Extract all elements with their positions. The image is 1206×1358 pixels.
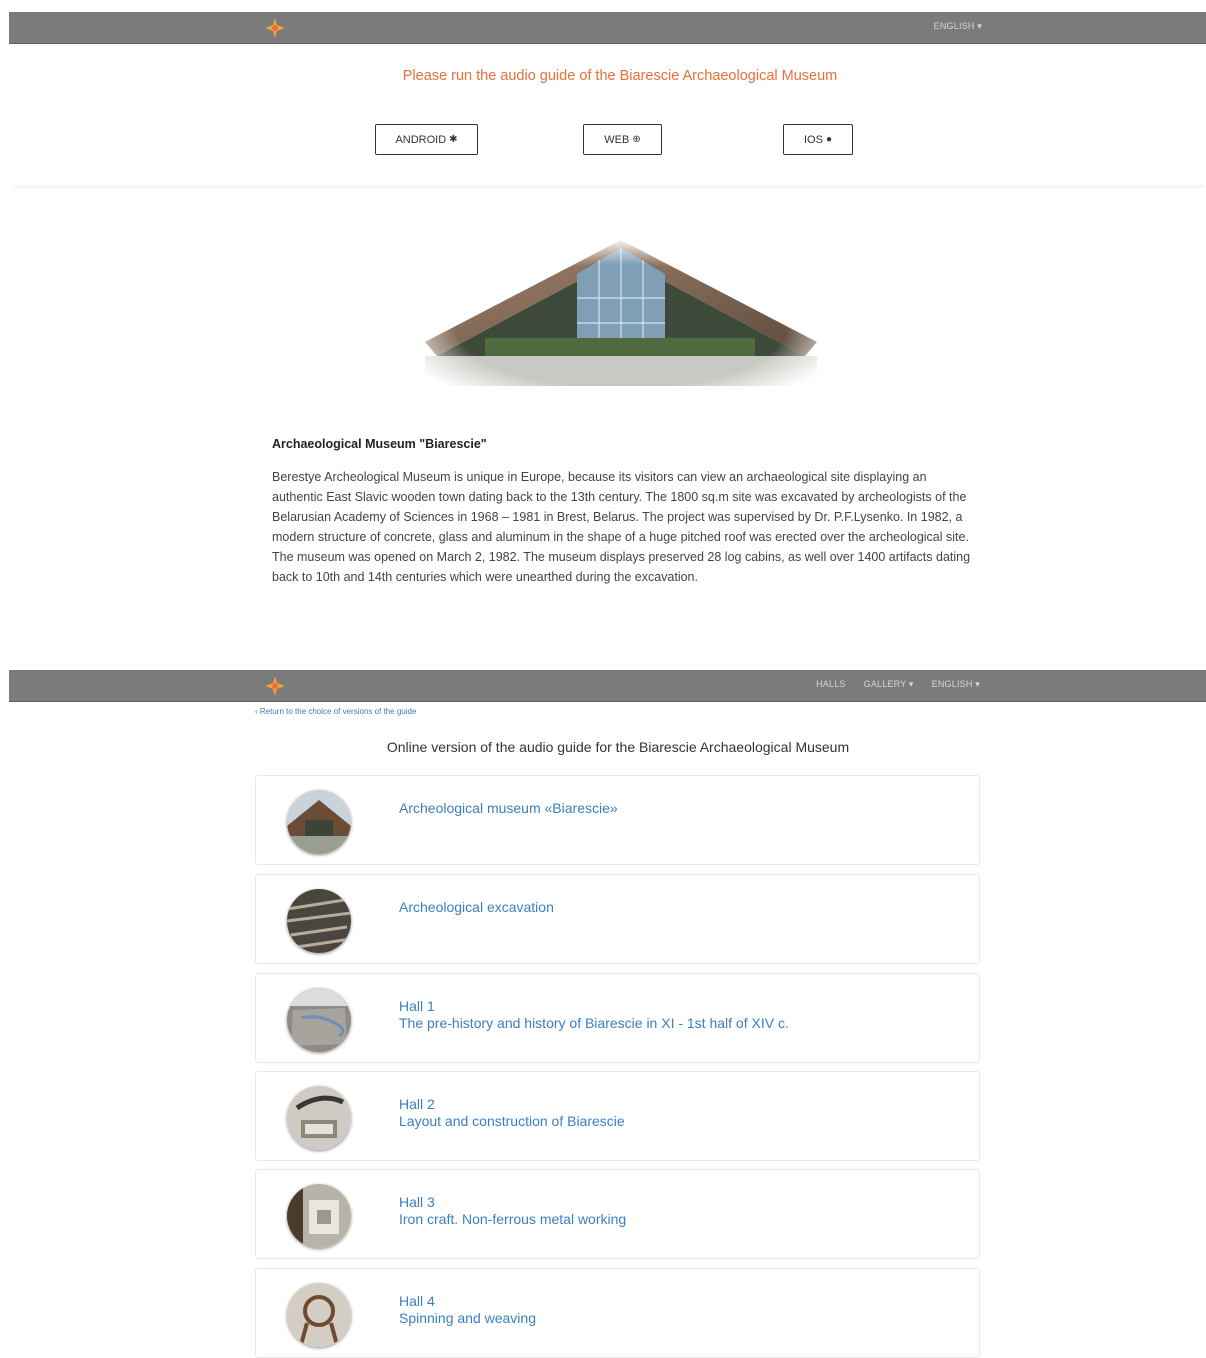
hall-4-thumbnail xyxy=(287,1283,351,1347)
museum-building-image xyxy=(425,238,817,386)
hall-label: Hall 1 xyxy=(399,998,435,1014)
top-nav-links: ENGLISH ▾ xyxy=(934,21,982,32)
guide-item-museum[interactable]: Archeological museum «Biarescie» xyxy=(255,775,980,865)
hall-description: Iron craft. Non-ferrous metal working xyxy=(399,1211,627,1227)
online-guide-title: Online version of the audio guide for th… xyxy=(386,739,850,755)
about-text: Berestye Archeological Museum is unique … xyxy=(272,470,971,584)
hall-label: Hall 4 xyxy=(399,1293,435,1309)
guide-item-title: Archeological excavation xyxy=(399,899,554,915)
language-dropdown[interactable]: ENGLISH ▾ xyxy=(934,21,982,32)
guide-item-title: Archeological museum «Biarescie» xyxy=(399,800,618,816)
hall-label: Hall 3 xyxy=(399,1194,435,1210)
web-label: WEB xyxy=(604,133,630,146)
android-label: ANDROID xyxy=(395,133,447,146)
guide-item-hall-3[interactable]: Hall 3 Iron craft. Non-ferrous metal wor… xyxy=(255,1169,980,1259)
hall-1-thumbnail xyxy=(287,988,351,1052)
guide-item-hall-2[interactable]: Hall 2 Layout and construction of Biares… xyxy=(255,1071,980,1161)
about-title: Archaeological Museum "Biarescie" xyxy=(272,437,487,451)
hall-label: Hall 2 xyxy=(399,1096,435,1112)
logo-icon[interactable] xyxy=(264,17,286,39)
nav-halls[interactable]: HALLS xyxy=(816,679,846,690)
hall-description: Layout and construction of Biarescie xyxy=(399,1113,625,1129)
web-button[interactable]: WEB ⊕ xyxy=(583,124,662,155)
language-dropdown[interactable]: ENGLISH ▾ xyxy=(932,679,980,690)
guide-navbar: HALLS GALLERY ▾ ENGLISH ▾ xyxy=(9,670,1206,702)
guide-item-hall-4[interactable]: Hall 4 Spinning and weaving xyxy=(255,1268,980,1358)
logo-icon[interactable] xyxy=(264,675,286,697)
android-button[interactable]: ANDROID ✱ xyxy=(375,124,478,155)
hall-description: The pre-history and history of Biarescie… xyxy=(399,1015,789,1031)
nav-gallery-dropdown[interactable]: GALLERY ▾ xyxy=(864,679,914,690)
guide-nav-links: HALLS GALLERY ▾ ENGLISH ▾ xyxy=(816,679,980,690)
ios-label: IOS xyxy=(804,133,823,146)
apple-icon: ● xyxy=(825,134,832,145)
hall-description: Spinning and weaving xyxy=(399,1310,536,1326)
android-icon: ✱ xyxy=(449,134,458,145)
ios-button[interactable]: IOS ● xyxy=(783,124,853,155)
guide-item-excavation[interactable]: Archeological excavation xyxy=(255,874,980,964)
guide-item-hall-1[interactable]: Hall 1 The pre-history and history of Bi… xyxy=(255,973,980,1063)
museum-thumbnail xyxy=(287,790,351,854)
back-link[interactable]: ‹ Return to the choice of versions of th… xyxy=(255,707,416,716)
hall-3-thumbnail xyxy=(287,1184,351,1248)
top-navbar: ENGLISH ▾ xyxy=(9,12,1206,44)
section-divider xyxy=(14,185,1204,188)
hall-2-thumbnail xyxy=(287,1086,351,1150)
run-guide-title: Please run the audio guide of the Biares… xyxy=(402,68,838,84)
excavation-thumbnail xyxy=(287,889,351,953)
globe-icon: ⊕ xyxy=(632,134,641,145)
